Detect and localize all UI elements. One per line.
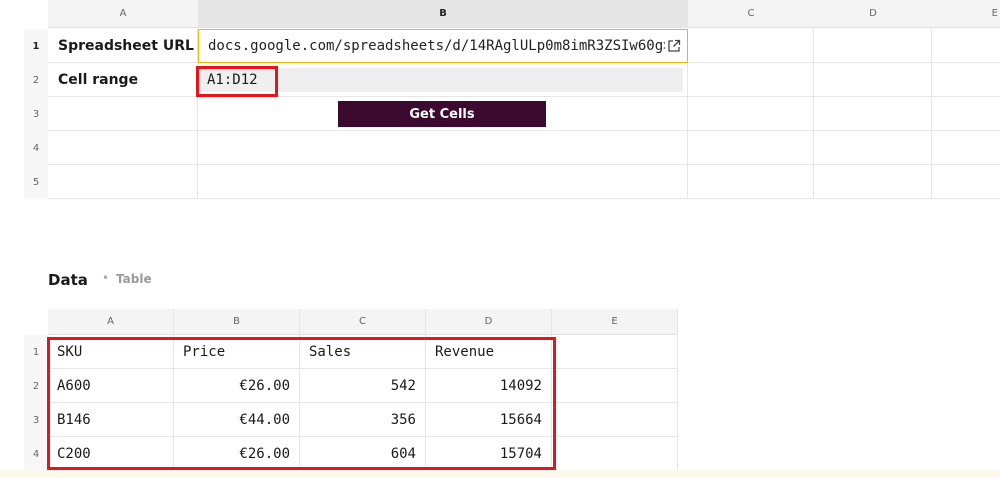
table-cell[interactable]: €26.00 [174,437,300,471]
column-header-a[interactable]: A [48,0,198,28]
data-row-number-3[interactable]: 3 [24,403,48,437]
get-cells-button[interactable]: Get Cells [338,101,546,127]
table-cell[interactable]: 356 [300,403,426,437]
column-header-d[interactable]: D [814,0,932,28]
table-cell[interactable]: €26.00 [174,369,300,403]
spreadsheet-url-input[interactable]: docs.google.com/spreadsheets/d/14RAglULp… [198,29,688,63]
row-number-5[interactable]: 5 [24,165,48,199]
row-number-1[interactable]: 1 [24,29,48,63]
cell-e4[interactable] [932,131,1000,165]
cell-a5[interactable] [48,165,198,199]
table-cell[interactable]: B146 [48,403,174,437]
table-cell[interactable] [552,369,678,403]
cell-d5[interactable] [814,165,932,199]
data-column-header-e[interactable]: E [552,309,678,335]
url-label: Spreadsheet URL [48,29,198,63]
cell-a4[interactable] [48,131,198,165]
title-separator: • [102,271,110,285]
data-column-header-a[interactable]: A [48,309,174,335]
column-header-c[interactable]: C [688,0,814,28]
data-row-number-1[interactable]: 1 [24,335,48,369]
data-column-header-d[interactable]: D [426,309,552,335]
footer-strip [0,470,1000,478]
table-cell[interactable]: €44.00 [174,403,300,437]
data-subtitle: Table [116,272,152,286]
cell-b4[interactable] [198,131,688,165]
cell-range-input[interactable]: A1:D12 [198,68,683,92]
row-number-3[interactable]: 3 [24,97,48,131]
cell-e3[interactable] [932,97,1000,131]
cell-e5[interactable] [932,165,1000,199]
cell-d1[interactable] [814,29,932,63]
table-cell[interactable]: 542 [300,369,426,403]
table-cell[interactable]: A600 [48,369,174,403]
cell-d2[interactable] [814,63,932,97]
cell-c5[interactable] [688,165,814,199]
cell-a3[interactable] [48,97,198,131]
column-header-e[interactable]: E [932,0,1000,28]
data-column-header-b[interactable]: B [174,309,300,335]
row-number-4[interactable]: 4 [24,131,48,165]
table-cell[interactable]: Revenue [426,335,552,369]
cell-c1[interactable] [688,29,814,63]
data-column-header-c[interactable]: C [300,309,426,335]
table-cell[interactable]: 15664 [426,403,552,437]
external-link-icon[interactable] [667,39,681,53]
table-cell[interactable]: Price [174,335,300,369]
cell-c3[interactable] [688,97,814,131]
cell-c4[interactable] [688,131,814,165]
table-cell[interactable]: 604 [300,437,426,471]
table-cell[interactable] [552,437,678,471]
cell-d3[interactable] [814,97,932,131]
table-cell[interactable]: 15704 [426,437,552,471]
row-number-2[interactable]: 2 [24,63,48,97]
table-cell[interactable]: Sales [300,335,426,369]
range-label: Cell range [48,63,198,97]
table-cell[interactable] [552,403,678,437]
data-row-number-4[interactable]: 4 [24,437,48,471]
cell-e1[interactable] [932,29,1000,63]
spreadsheet-url-value: docs.google.com/spreadsheets/d/14RAglULp… [208,38,665,54]
cell-c2[interactable] [688,63,814,97]
table-cell[interactable]: C200 [48,437,174,471]
table-cell[interactable]: SKU [48,335,174,369]
column-header-b[interactable]: B [198,0,688,28]
table-cell[interactable]: 14092 [426,369,552,403]
data-title: Data [48,271,88,289]
cell-d4[interactable] [814,131,932,165]
table-cell[interactable] [552,335,678,369]
cell-e2[interactable] [932,63,1000,97]
data-row-number-2[interactable]: 2 [24,369,48,403]
cell-b5[interactable] [198,165,688,199]
